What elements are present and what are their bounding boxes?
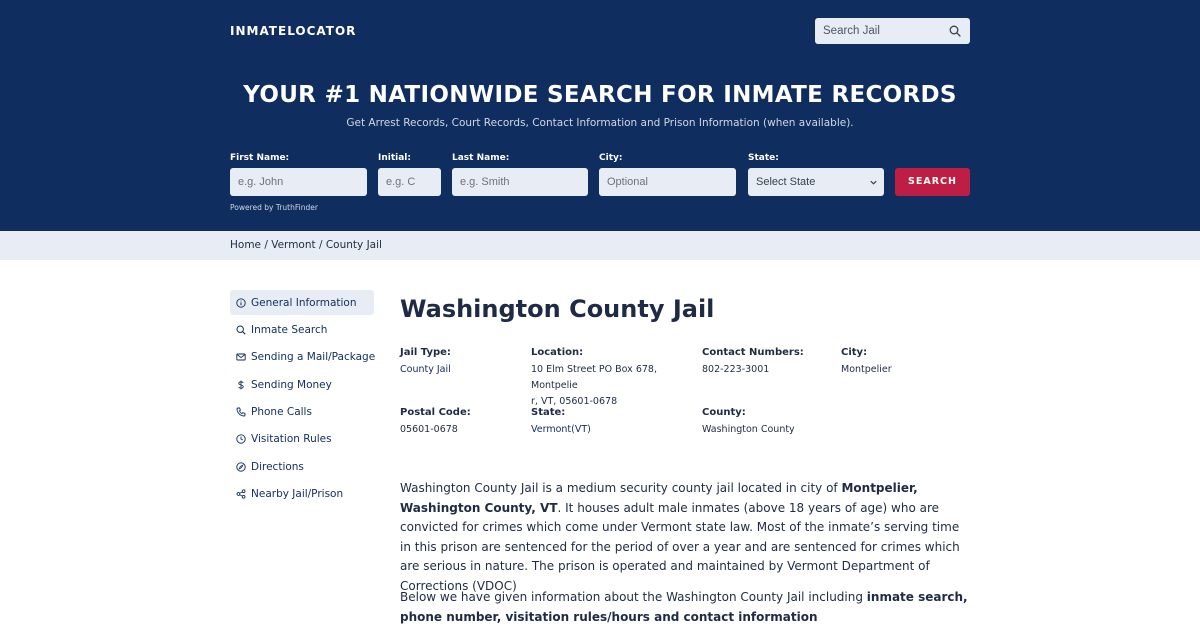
phone-icon	[236, 407, 246, 417]
county-label: County:	[702, 407, 746, 418]
sidebar-item-inmate-search[interactable]: Inmate Search	[230, 317, 374, 342]
state-info-value[interactable]: Vermont(VT)	[531, 422, 591, 438]
mail-icon	[236, 353, 246, 361]
state-label: State:	[748, 153, 779, 163]
sidebar-item-directions[interactable]: Directions	[230, 454, 374, 479]
sidebar-item-label: Sending Money	[251, 378, 332, 391]
contact-numbers-label: Contact Numbers:	[702, 347, 804, 358]
jail-type-label: Jail Type:	[400, 347, 451, 358]
sidebar-item-label: Visitation Rules	[251, 433, 332, 446]
postal-code-label: Postal Code:	[400, 407, 471, 418]
contact-numbers-value: 802-223-3001	[702, 364, 770, 375]
breadcrumb-state-link[interactable]: Vermont	[271, 239, 315, 251]
state-info-label: State:	[531, 407, 566, 418]
sidebar-item-sending-money[interactable]: Sending Money	[230, 372, 374, 397]
hero-banner: INMATELOCATOR YOUR #1 NATIONWIDE SEARCH …	[0, 0, 1200, 231]
hero-subtitle: Get Arrest Records, Court Records, Conta…	[346, 117, 854, 129]
sidebar-item-label: Phone Calls	[251, 406, 312, 419]
intro-paragraph: Below we have given information about th…	[400, 588, 970, 627]
page-title: Washington County Jail	[400, 295, 715, 323]
sidebar-item-label: Sending a Mail/Package	[251, 351, 376, 364]
sidebar-item-label: General Information	[251, 296, 357, 309]
sidebar-item-visitation-rules[interactable]: Visitation Rules	[230, 427, 374, 452]
breadcrumb-separator: /	[261, 239, 272, 251]
location-label: Location:	[531, 347, 584, 358]
state-select-value: Select State	[756, 176, 816, 188]
dollar-icon	[238, 380, 244, 390]
search-icon[interactable]	[949, 25, 961, 37]
sidebar-item-label: Directions	[251, 460, 304, 473]
search-button[interactable]: SEARCH	[895, 168, 970, 196]
hero-title: YOUR #1 NATIONWIDE SEARCH FOR INMATE REC…	[243, 82, 957, 108]
sidebar-item-label: Inmate Search	[251, 323, 328, 336]
sidebar-item-label: Nearby Jail/Prison	[251, 488, 344, 501]
initial-label: Initial:	[378, 153, 411, 163]
sidebar-item-sending-mail[interactable]: Sending a Mail/Package	[230, 345, 376, 370]
first-name-input[interactable]	[230, 168, 367, 196]
chevron-down-icon	[870, 180, 877, 185]
powered-by-text: Powered by TruthFinder	[230, 203, 318, 212]
description-paragraph: Washington County Jail is a medium secur…	[400, 479, 970, 597]
city-info-label: City:	[841, 347, 868, 358]
jail-search-input[interactable]	[815, 18, 945, 44]
initial-input[interactable]	[378, 168, 441, 196]
last-name-input[interactable]	[452, 168, 588, 196]
last-name-label: Last Name:	[452, 153, 510, 163]
breadcrumb-current-link[interactable]: County Jail	[326, 239, 382, 251]
share-icon	[236, 489, 246, 499]
sidebar-item-phone-calls[interactable]: Phone Calls	[230, 400, 374, 425]
description-text: Washington County Jail is a medium secur…	[400, 481, 842, 495]
breadcrumb: Home / Vermont / County Jail	[230, 239, 382, 251]
compass-icon	[236, 462, 246, 472]
breadcrumb-separator: /	[315, 239, 326, 251]
sidebar-item-nearby-jail[interactable]: Nearby Jail/Prison	[230, 482, 374, 507]
county-value: Washington County	[702, 424, 795, 435]
jail-type-value[interactable]: County Jail	[400, 362, 451, 378]
sidebar-nav: General Information Inmate Search Sendin…	[230, 290, 376, 509]
header-search	[815, 18, 970, 44]
breadcrumb-bar: Home / Vermont / County Jail	[0, 231, 1200, 260]
location-value: 10 Elm Street PO Box 678, Montpelie r, V…	[531, 362, 701, 410]
sidebar-item-general-information[interactable]: General Information	[230, 290, 374, 315]
city-label: City:	[599, 153, 623, 163]
city-info-value: Montpelier	[841, 364, 892, 375]
location-line-1: 10 Elm Street PO Box 678, Montpelie	[531, 364, 657, 391]
clock-icon	[236, 434, 246, 445]
first-name-label: First Name:	[230, 153, 290, 163]
site-logo[interactable]: INMATELOCATOR	[230, 24, 356, 38]
intro-text: Below we have given information about th…	[400, 590, 867, 604]
breadcrumb-home-link[interactable]: Home	[230, 239, 261, 251]
state-select[interactable]: Select State	[748, 168, 884, 196]
info-icon	[236, 297, 246, 308]
search-icon	[236, 325, 246, 335]
city-input[interactable]	[599, 168, 736, 196]
postal-code-value: 05601-0678	[400, 424, 458, 435]
